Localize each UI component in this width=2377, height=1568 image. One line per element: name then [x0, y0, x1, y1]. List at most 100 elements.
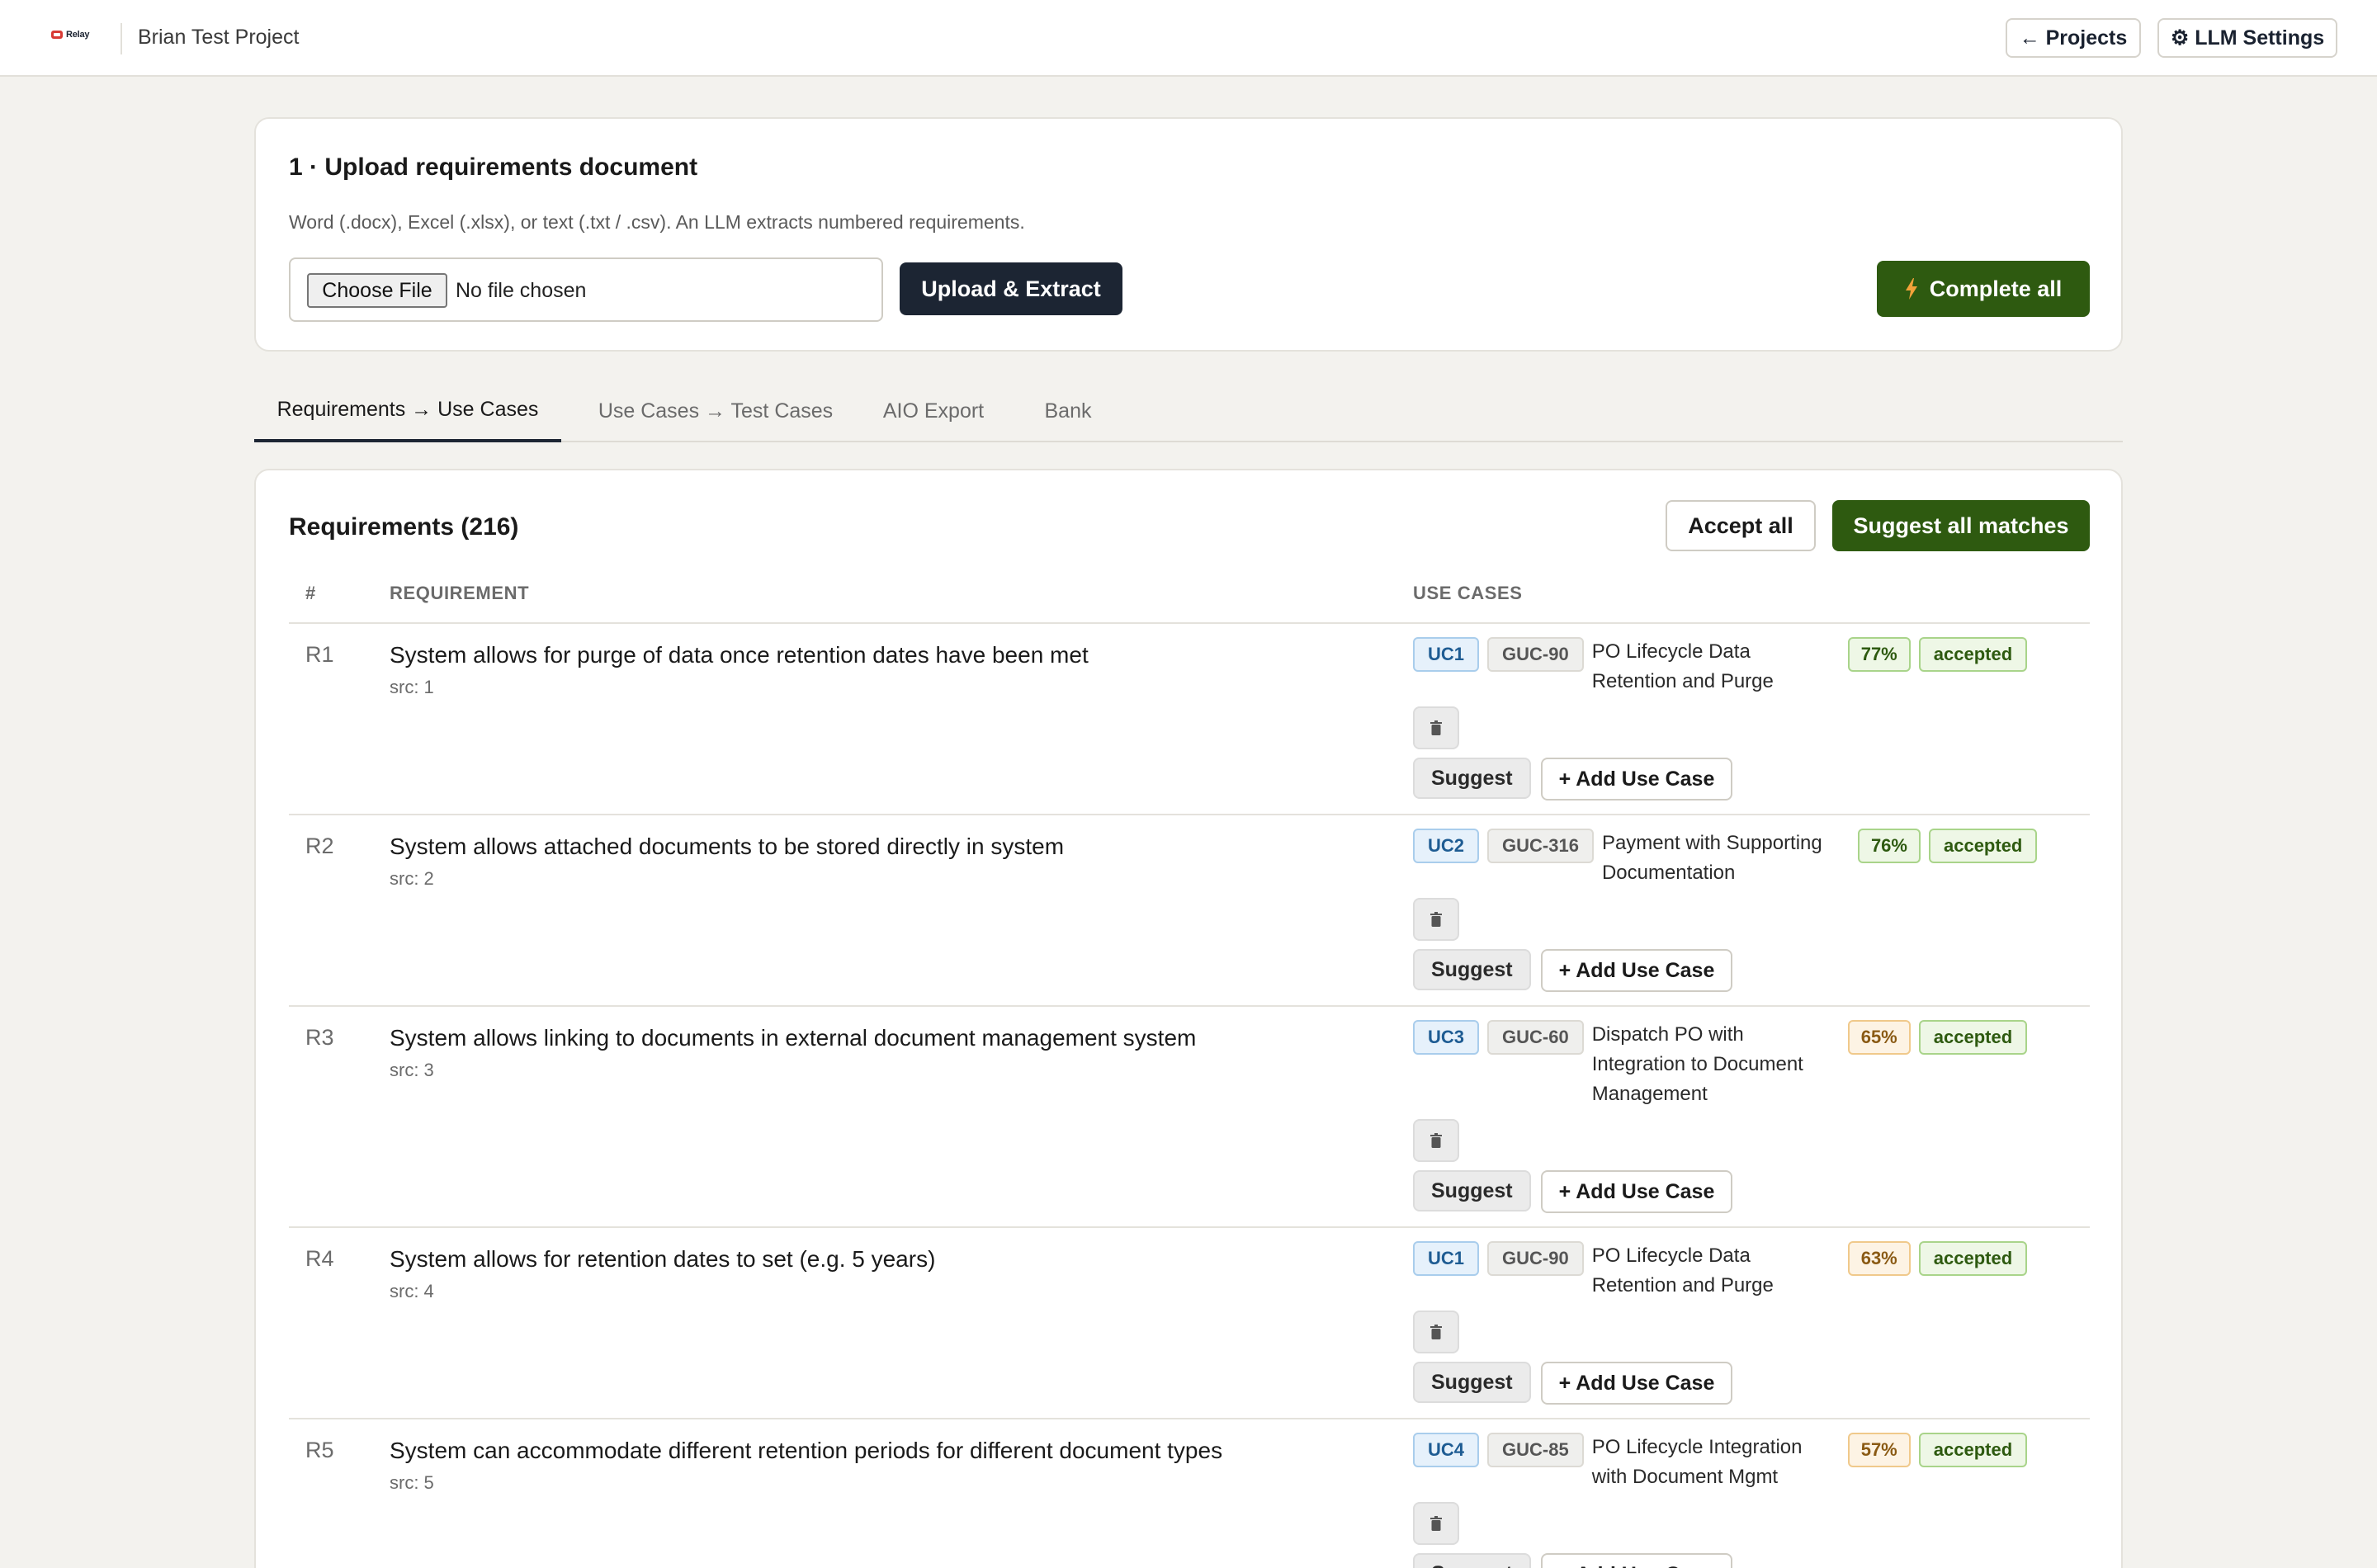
top-bar: Relay Brian Test Project ← Projects ⚙ LL… [0, 0, 2377, 77]
delete-use-case-button[interactable] [1413, 1311, 1459, 1353]
upload-description: Word (.docx), Excel (.xlsx), or text (.t… [289, 211, 1025, 233]
global-use-case-badge: GUC-90 [1487, 1241, 1584, 1276]
file-status: No file chosen [456, 279, 587, 302]
table-row: R1 System allows for purge of data once … [289, 624, 2090, 815]
use-case-cell: UC3 GUC-60 Dispatch PO with Integration … [1413, 1020, 2073, 1213]
table-row: R3 System allows linking to documents in… [289, 1007, 2090, 1228]
use-case-cell: UC4 GUC-85 PO Lifecycle Integration with… [1413, 1433, 2073, 1568]
use-case-actions: Suggest + Add Use Case [1413, 1170, 2073, 1213]
suggest-button[interactable]: Suggest [1413, 949, 1531, 990]
table-row: R5 System can accommodate different rete… [289, 1419, 2090, 1568]
choose-file-button[interactable]: Choose File [307, 273, 447, 308]
use-case-entry: UC2 GUC-316 Payment with Supporting Docu… [1413, 829, 2073, 888]
use-case-cell: UC1 GUC-90 PO Lifecycle Data Retention a… [1413, 637, 2073, 801]
upload-title: 1 · Upload requirements document [289, 153, 698, 181]
global-use-case-badge: GUC-85 [1487, 1433, 1584, 1467]
delete-use-case-button[interactable] [1413, 1502, 1459, 1545]
use-case-entry: UC1 GUC-90 PO Lifecycle Data Retention a… [1413, 637, 2073, 697]
add-use-case-button[interactable]: + Add Use Case [1540, 1362, 1733, 1405]
use-case-entry: UC1 GUC-90 PO Lifecycle Data Retention a… [1413, 1241, 2073, 1301]
use-case-cell: UC1 GUC-90 PO Lifecycle Data Retention a… [1413, 1241, 2073, 1405]
upload-extract-button[interactable]: Upload & Extract [900, 262, 1122, 315]
use-case-id-badge[interactable]: UC4 [1413, 1433, 1480, 1467]
match-score-badge: 77% [1847, 637, 1911, 672]
accept-all-button[interactable]: Accept all [1666, 500, 1816, 551]
use-case-entry: UC3 GUC-60 Dispatch PO with Integration … [1413, 1020, 2073, 1109]
lightning-icon [1905, 278, 1917, 300]
global-use-case-badge: GUC-316 [1487, 829, 1594, 863]
add-use-case-button[interactable]: + Add Use Case [1540, 1553, 1733, 1568]
trash-icon [1430, 1516, 1442, 1531]
requirement-text: System allows linking to documents in ex… [390, 1025, 1197, 1051]
match-score-badge: 76% [1857, 829, 1921, 863]
use-case-id-badge[interactable]: UC1 [1413, 1241, 1480, 1276]
requirement-source: src: 5 [390, 1472, 434, 1493]
match-score-badge: 63% [1847, 1241, 1911, 1276]
requirement-id: R4 [305, 1246, 334, 1271]
use-case-cell: UC2 GUC-316 Payment with Supporting Docu… [1413, 829, 2073, 992]
requirement-id: R3 [305, 1025, 334, 1050]
suggest-button[interactable]: Suggest [1413, 1170, 1531, 1211]
trash-icon [1430, 720, 1442, 735]
table-row: R2 System allows attached documents to b… [289, 815, 2090, 1007]
column-header-use-cases: USE CASES [1413, 583, 1523, 603]
app-logo[interactable]: Relay [51, 30, 90, 40]
requirement-source: src: 1 [390, 677, 434, 697]
global-use-case-badge: GUC-60 [1487, 1020, 1584, 1055]
delete-use-case-button[interactable] [1413, 1119, 1459, 1162]
delete-use-case-button[interactable] [1413, 898, 1459, 941]
trash-icon [1430, 1133, 1442, 1148]
tab-aio-export[interactable]: AIO Export [863, 380, 1004, 442]
tab-use-cases-test-cases[interactable]: Use Cases → Test Cases [586, 380, 845, 442]
requirement-text: System allows for purge of data once ret… [390, 642, 1089, 668]
use-case-name: Payment with Supporting Documentation [1601, 832, 1822, 884]
project-name: Brian Test Project [138, 26, 300, 49]
status-badge: accepted [1918, 1433, 2028, 1467]
use-case-actions: Suggest + Add Use Case [1413, 1553, 2073, 1568]
tab-requirements-use-cases[interactable]: Requirements → Use Cases [254, 380, 561, 442]
suggest-button[interactable]: Suggest [1413, 758, 1531, 799]
file-input[interactable]: Choose File No file chosen [289, 257, 883, 322]
requirement-text: System allows attached documents to be s… [390, 834, 1065, 859]
requirements-title: Requirements (216) [289, 513, 519, 541]
use-case-entry: UC4 GUC-85 PO Lifecycle Integration with… [1413, 1433, 2073, 1492]
complete-all-label: Complete all [1929, 276, 2063, 301]
suggest-button[interactable]: Suggest [1413, 1553, 1531, 1568]
tab-bar: Requirements → Use Cases Use Cases → Tes… [254, 380, 2123, 442]
add-use-case-button[interactable]: + Add Use Case [1540, 1170, 1733, 1213]
delete-use-case-button[interactable] [1413, 706, 1459, 749]
relay-logo-icon [51, 31, 63, 39]
trash-icon [1430, 912, 1442, 927]
match-score-badge: 65% [1847, 1020, 1911, 1055]
complete-all-button[interactable]: Complete all [1877, 261, 2090, 317]
use-case-name: PO Lifecycle Data Retention and Purge [1591, 1244, 1774, 1296]
use-case-name: PO Lifecycle Integration with Document M… [1591, 1436, 1803, 1488]
requirement-source: src: 2 [390, 868, 434, 889]
add-use-case-button[interactable]: + Add Use Case [1540, 949, 1733, 992]
requirement-id: R1 [305, 642, 334, 667]
column-header-requirement: REQUIREMENT [390, 583, 530, 603]
use-case-name: Dispatch PO with Integration to Document… [1591, 1023, 1803, 1105]
use-case-id-badge[interactable]: UC1 [1413, 637, 1480, 672]
use-case-name: PO Lifecycle Data Retention and Purge [1591, 640, 1774, 692]
status-badge: accepted [1918, 1241, 2028, 1276]
requirement-source: src: 3 [390, 1060, 434, 1080]
status-badge: accepted [1918, 1020, 2028, 1055]
suggest-button[interactable]: Suggest [1413, 1362, 1531, 1403]
use-case-id-badge[interactable]: UC3 [1413, 1020, 1480, 1055]
suggest-all-matches-button[interactable]: Suggest all matches [1832, 500, 2090, 551]
projects-button[interactable]: ← Projects [2006, 18, 2141, 58]
requirement-text: System allows for retention dates to set… [390, 1246, 936, 1272]
requirement-text: System can accommodate different retenti… [390, 1438, 1223, 1463]
add-use-case-button[interactable]: + Add Use Case [1540, 758, 1733, 801]
status-badge: accepted [1928, 829, 2038, 863]
header-divider [121, 23, 122, 54]
use-case-id-badge[interactable]: UC2 [1413, 829, 1480, 863]
llm-settings-button[interactable]: ⚙ LLM Settings [2157, 18, 2337, 58]
match-score-badge: 57% [1847, 1433, 1911, 1467]
use-case-actions: Suggest + Add Use Case [1413, 758, 2073, 801]
status-badge: accepted [1918, 637, 2028, 672]
requirement-id: R2 [305, 834, 334, 858]
upload-card: 1 · Upload requirements document Word (.… [254, 117, 2123, 352]
tab-bank[interactable]: Bank [1022, 380, 1114, 442]
